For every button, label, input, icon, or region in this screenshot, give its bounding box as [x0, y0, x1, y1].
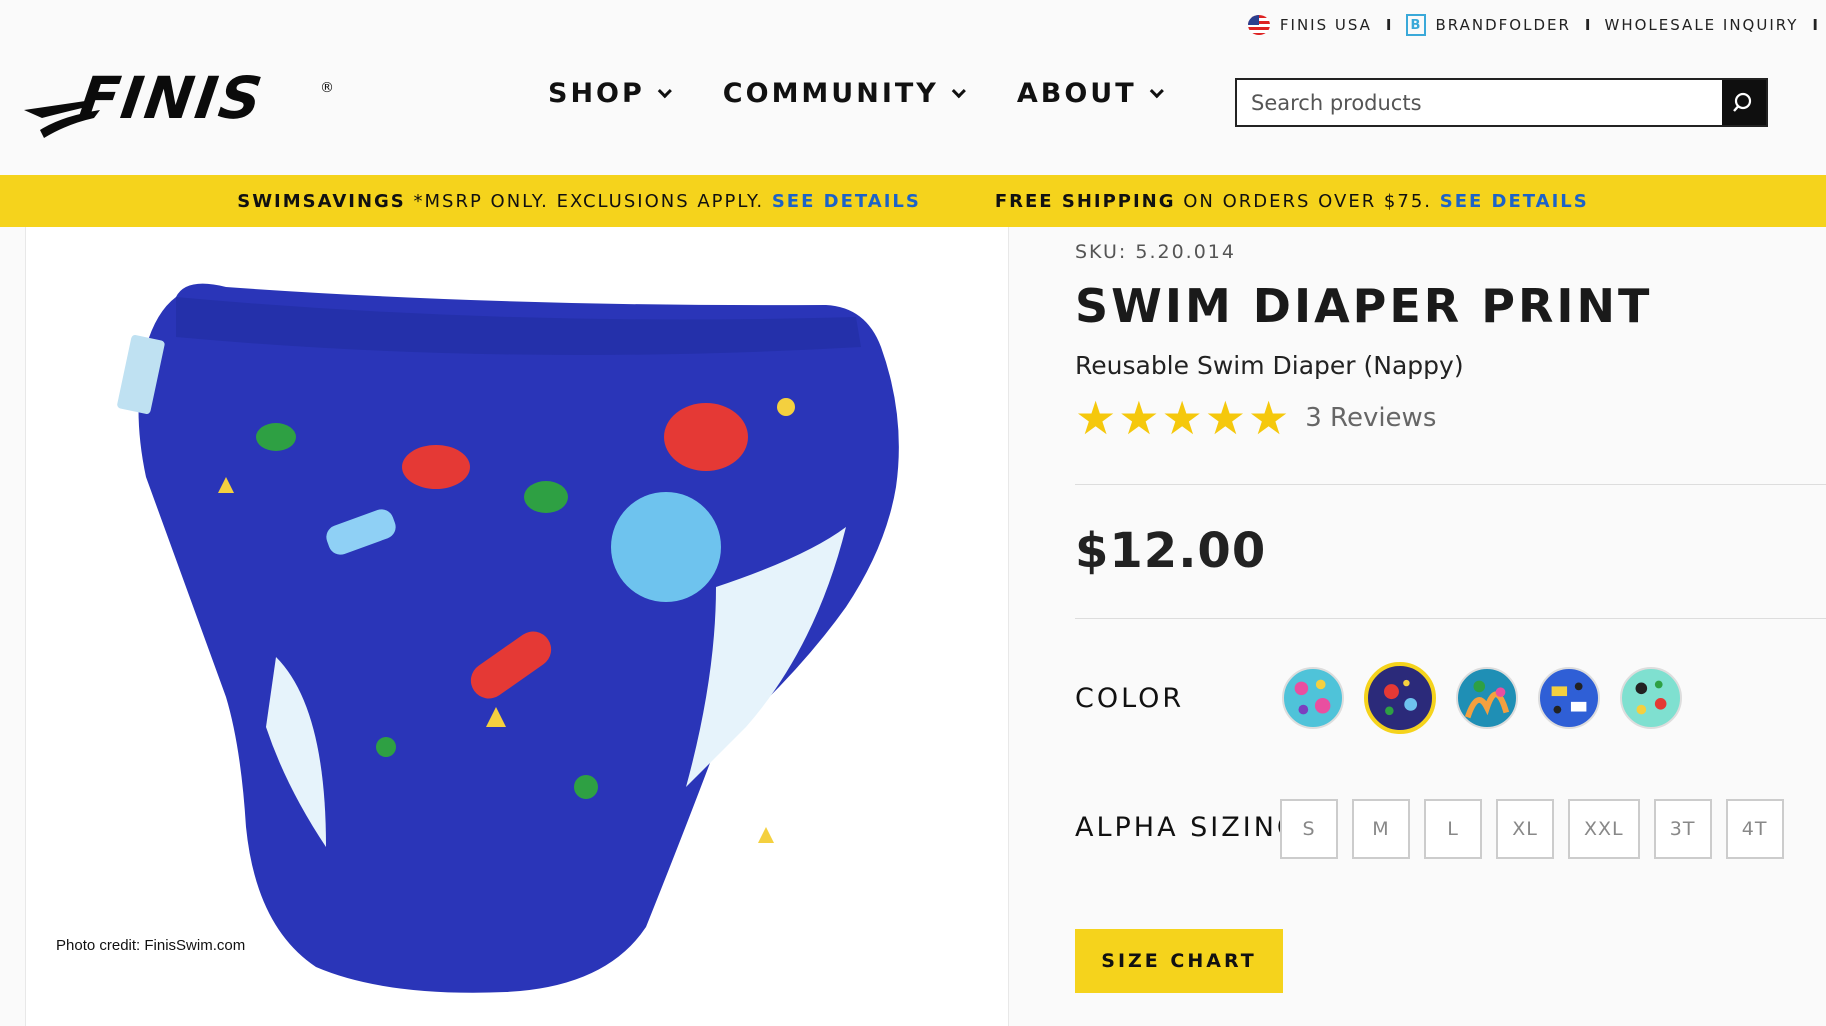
color-swatch-selected[interactable]	[1364, 662, 1436, 734]
utility-bar: FINIS USA I B BRANDFOLDER I WHOLESALE IN…	[1247, 0, 1826, 50]
us-flag-icon	[1247, 15, 1270, 35]
size-options: S M L XL XXL 3T 4T	[1280, 799, 1784, 859]
color-swatch[interactable]	[1282, 667, 1344, 729]
product-info: SKU: 5.20.014 SWIM DIAPER PRINT Reusable…	[1075, 227, 1826, 1026]
nav-shop[interactable]: SHOP	[548, 78, 672, 109]
region-selector[interactable]: FINIS USA	[1247, 15, 1372, 35]
rating[interactable]: ★ ★ ★ ★ ★ 3 Reviews	[1075, 395, 1436, 441]
color-swatches	[1282, 662, 1682, 734]
chevron-down-icon	[951, 83, 966, 98]
sizing-label: ALPHA SIZING	[1075, 812, 1301, 843]
star-icon: ★	[1248, 391, 1290, 445]
product-subtitle: Reusable Swim Diaper (Nappy)	[1075, 351, 1464, 380]
product-image-panel: Photo credit: FinisSwim.com	[25, 227, 1009, 1026]
wholesale-inquiry-link[interactable]: WHOLESALE INQUIRY	[1605, 16, 1799, 34]
search-icon	[1733, 92, 1752, 112]
brandfolder-link[interactable]: B BRANDFOLDER	[1405, 14, 1571, 36]
product-image[interactable]	[26, 227, 1010, 1026]
finis-logo[interactable]: FINIS ®	[22, 64, 342, 158]
separator: I	[1584, 16, 1591, 34]
divider	[1075, 618, 1826, 619]
see-details-link[interactable]: SEE DETAILS	[772, 191, 921, 212]
sku-text: SKU: 5.20.014	[1075, 241, 1236, 263]
color-swatch[interactable]	[1538, 667, 1600, 729]
star-icon: ★	[1161, 391, 1203, 445]
search-button[interactable]	[1722, 80, 1766, 125]
size-option[interactable]: XL	[1496, 799, 1554, 859]
search-bar	[1235, 78, 1768, 127]
size-option[interactable]: XXL	[1568, 799, 1640, 859]
promo-banner: SWIMSAVINGS *MSRP ONLY. EXCLUSIONS APPLY…	[0, 175, 1826, 227]
brandfolder-label: BRANDFOLDER	[1435, 16, 1571, 34]
size-chart-button[interactable]: SIZE CHART	[1075, 929, 1283, 993]
promo-text: *MSRP ONLY. EXCLUSIONS APPLY.	[405, 190, 772, 212]
logo-wordmark: FINIS	[75, 64, 268, 132]
star-icon: ★	[1075, 391, 1117, 445]
reviews-link[interactable]: 3 Reviews	[1305, 403, 1436, 433]
color-label: COLOR	[1075, 683, 1185, 714]
color-swatch[interactable]	[1456, 667, 1518, 729]
star-icon: ★	[1118, 391, 1160, 445]
price: $12.00	[1075, 523, 1267, 579]
size-option[interactable]: 4T	[1725, 799, 1784, 859]
promo-swimsavings: SWIMSAVINGS *MSRP ONLY. EXCLUSIONS APPLY…	[237, 191, 921, 212]
nav-community[interactable]: COMMUNITY	[722, 78, 966, 109]
brandfolder-icon: B	[1405, 14, 1426, 36]
nav-about[interactable]: ABOUT	[1016, 78, 1164, 109]
separator: I	[1812, 16, 1818, 34]
divider	[1075, 484, 1826, 485]
nav-label: COMMUNITY	[722, 78, 939, 109]
wholesale-label: WHOLESALE INQUIRY	[1604, 16, 1799, 34]
product-title: SWIM DIAPER PRINT	[1075, 279, 1653, 333]
chevron-down-icon	[657, 83, 672, 98]
promo-bold: FREE SHIPPING	[994, 190, 1176, 212]
color-swatch[interactable]	[1620, 667, 1682, 729]
main-nav: SHOP COMMUNITY ABOUT	[548, 78, 1164, 109]
star-icon: ★	[1204, 391, 1246, 445]
promo-free-shipping: FREE SHIPPING ON ORDERS OVER $75. SEE DE…	[995, 191, 1589, 212]
photo-credit: Photo credit: FinisSwim.com	[56, 937, 246, 954]
size-option[interactable]: 3T	[1653, 799, 1712, 859]
promo-text: ON ORDERS OVER $75.	[1175, 190, 1440, 212]
size-option[interactable]: S	[1280, 799, 1338, 859]
see-details-link[interactable]: SEE DETAILS	[1440, 191, 1589, 212]
nav-label: SHOP	[548, 78, 645, 109]
nav-label: ABOUT	[1016, 78, 1137, 109]
promo-bold: SWIMSAVINGS	[237, 190, 406, 212]
size-option[interactable]: M	[1352, 799, 1410, 859]
size-option[interactable]: L	[1424, 799, 1482, 859]
registered-mark: ®	[320, 80, 334, 96]
region-label: FINIS USA	[1279, 16, 1372, 34]
search-input[interactable]	[1237, 80, 1722, 125]
chevron-down-icon	[1149, 83, 1164, 98]
separator: I	[1385, 16, 1392, 34]
